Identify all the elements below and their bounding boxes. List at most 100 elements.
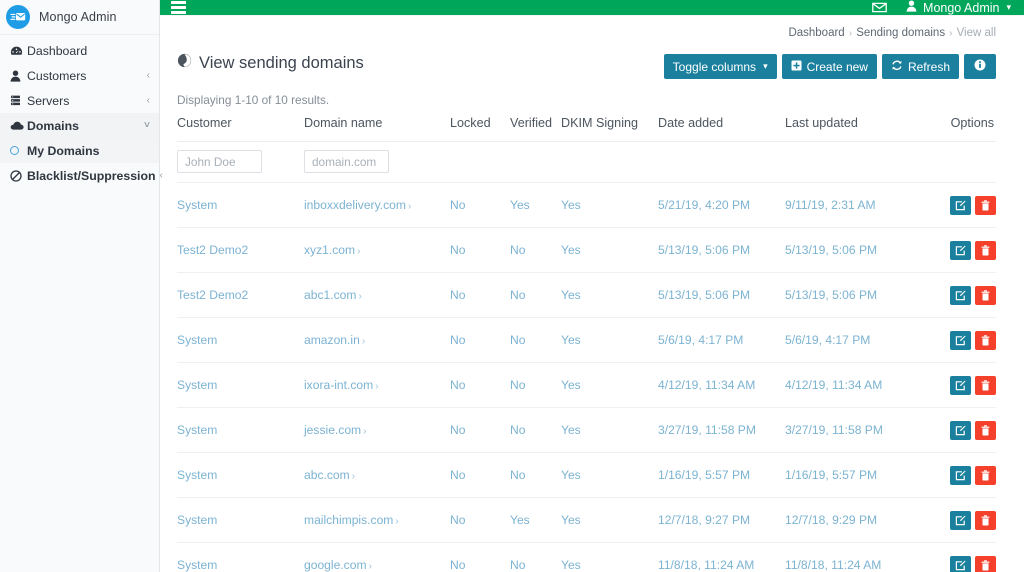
- edit-row-button[interactable]: [950, 376, 971, 395]
- cell-customer: System: [177, 453, 304, 498]
- cell-locked: No: [450, 408, 510, 453]
- cell-customer-link[interactable]: System: [177, 333, 217, 347]
- customer-filter-input[interactable]: [177, 150, 262, 173]
- cell-domain-name-link[interactable]: abc.com: [304, 468, 350, 482]
- cell-customer-link[interactable]: System: [177, 198, 217, 212]
- filter-cell-dkim: [561, 142, 658, 183]
- cell-verified: No: [510, 453, 561, 498]
- cloud-icon: [10, 120, 27, 131]
- edit-row-button[interactable]: [950, 241, 971, 260]
- cell-customer-link[interactable]: System: [177, 513, 217, 527]
- refresh-button[interactable]: Refresh: [882, 54, 959, 79]
- edit-pencil-icon: [955, 515, 966, 526]
- edit-row-button[interactable]: [950, 331, 971, 350]
- cell-customer: System: [177, 408, 304, 453]
- domain-filter-input[interactable]: [304, 150, 389, 173]
- delete-row-button[interactable]: [975, 331, 996, 350]
- domains-table: Customer Domain name Locked Verified DKI…: [177, 116, 996, 572]
- sidebar-item-servers[interactable]: Servers ‹: [0, 88, 159, 113]
- edit-row-button[interactable]: [950, 421, 971, 440]
- cell-domain-name-link[interactable]: google.com: [304, 558, 367, 572]
- delete-row-button[interactable]: [975, 196, 996, 215]
- cell-last-updated: 3/27/19, 11:58 PM: [785, 408, 935, 453]
- cell-domain-name-link[interactable]: jessie.com: [304, 423, 361, 437]
- delete-row-button[interactable]: [975, 286, 996, 305]
- delete-row-button[interactable]: [975, 376, 996, 395]
- table-row: Systemgoogle.com›NoNoYes11/8/18, 11:24 A…: [177, 543, 996, 572]
- breadcrumb-link-sending-domains[interactable]: Sending domains: [856, 27, 945, 39]
- column-header-last-updated[interactable]: Last updated: [785, 116, 935, 142]
- delete-row-button[interactable]: [975, 511, 996, 530]
- breadcrumb-link-dashboard[interactable]: Dashboard: [788, 27, 844, 39]
- cell-domain-name: mailchimpis.com›: [304, 498, 450, 543]
- trash-icon: [981, 335, 990, 346]
- toggle-columns-button[interactable]: Toggle columns ▾: [664, 54, 777, 79]
- cell-domain-name: inboxxdelivery.com›: [304, 183, 450, 228]
- toggle-columns-label: Toggle columns: [673, 60, 756, 74]
- filter-cell-last-updated: [785, 142, 935, 183]
- topbar-right: Mongo Admin ▾: [872, 0, 1011, 15]
- edit-row-button[interactable]: [950, 466, 971, 485]
- cell-dkim-signing: Yes: [561, 363, 658, 408]
- filter-cell-locked: [450, 142, 510, 183]
- create-new-button[interactable]: Create new: [782, 54, 877, 79]
- cell-domain-name-link[interactable]: xyz1.com: [304, 243, 355, 257]
- cell-customer-link[interactable]: System: [177, 423, 217, 437]
- cell-options: [935, 408, 996, 453]
- hamburger-icon[interactable]: [171, 1, 186, 14]
- cell-date-added: 5/13/19, 5:06 PM: [658, 273, 785, 318]
- envelope-icon[interactable]: [872, 2, 887, 13]
- brand-header[interactable]: Mongo Admin: [0, 0, 159, 35]
- column-header-options: Options: [935, 116, 996, 142]
- page-title-text: View sending domains: [199, 54, 364, 73]
- chevron-right-icon: ›: [395, 516, 398, 527]
- delete-row-button[interactable]: [975, 556, 996, 572]
- cell-domain-name-link[interactable]: amazon.in: [304, 333, 360, 347]
- edit-row-button[interactable]: [950, 556, 971, 572]
- sidebar-item-domains[interactable]: Domains ˅: [0, 113, 159, 138]
- user-menu[interactable]: Mongo Admin ▾: [906, 0, 1011, 15]
- cell-domain-name-link[interactable]: inboxxdelivery.com: [304, 198, 406, 212]
- cell-customer-link[interactable]: Test2 Demo2: [177, 243, 248, 257]
- cell-dkim-signing: Yes: [561, 408, 658, 453]
- delete-row-button[interactable]: [975, 466, 996, 485]
- cell-domain-name-link[interactable]: ixora-int.com: [304, 378, 373, 392]
- delete-row-button[interactable]: [975, 421, 996, 440]
- cell-customer: System: [177, 363, 304, 408]
- cell-customer-link[interactable]: System: [177, 468, 217, 482]
- sidebar-item-my-domains[interactable]: My Domains: [0, 138, 159, 163]
- cell-domain-name-link[interactable]: abc1.com: [304, 288, 356, 302]
- cell-domain-name: amazon.in›: [304, 318, 450, 363]
- column-header-dkim-signing[interactable]: DKIM Signing: [561, 116, 658, 142]
- edit-row-button[interactable]: [950, 196, 971, 215]
- cell-customer-link[interactable]: Test2 Demo2: [177, 288, 248, 302]
- cell-locked: No: [450, 453, 510, 498]
- cell-last-updated: 9/11/19, 2:31 AM: [785, 183, 935, 228]
- column-header-date-added[interactable]: Date added: [658, 116, 785, 142]
- cell-domain-name-link[interactable]: mailchimpis.com: [304, 513, 393, 527]
- delete-row-button[interactable]: [975, 241, 996, 260]
- edit-row-button[interactable]: [950, 286, 971, 305]
- sidebar-item-dashboard[interactable]: Dashboard: [0, 38, 159, 63]
- cell-options: [935, 318, 996, 363]
- edit-pencil-icon: [955, 470, 966, 481]
- chevron-right-icon: ›: [357, 246, 360, 257]
- breadcrumb-current: View all: [957, 27, 996, 39]
- column-header-locked[interactable]: Locked: [450, 116, 510, 142]
- cell-dkim-signing: Yes: [561, 453, 658, 498]
- sidebar-nav: Dashboard Customers ‹: [0, 35, 159, 188]
- cell-options: [935, 183, 996, 228]
- sidebar-item-blacklist-suppression[interactable]: Blacklist/Suppression ‹: [0, 163, 159, 188]
- sidebar-item-customers[interactable]: Customers ‹: [0, 63, 159, 88]
- edit-pencil-icon: [955, 335, 966, 346]
- brand-name: Mongo Admin: [39, 10, 117, 24]
- cell-customer-link[interactable]: System: [177, 558, 217, 572]
- column-header-verified[interactable]: Verified: [510, 116, 561, 142]
- edit-row-button[interactable]: [950, 511, 971, 530]
- cell-customer-link[interactable]: System: [177, 378, 217, 392]
- cell-domain-name: jessie.com›: [304, 408, 450, 453]
- column-header-domain-name[interactable]: Domain name: [304, 116, 450, 142]
- column-header-customer[interactable]: Customer: [177, 116, 304, 142]
- info-button[interactable]: [964, 54, 996, 79]
- table-head: Customer Domain name Locked Verified DKI…: [177, 116, 996, 142]
